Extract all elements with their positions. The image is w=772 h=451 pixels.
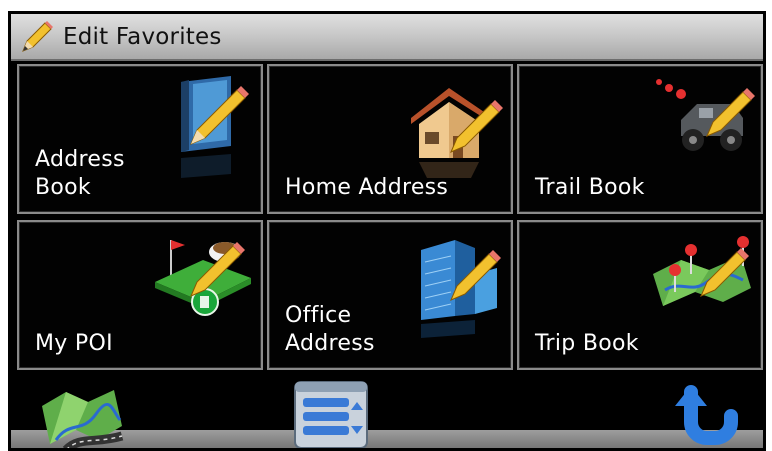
map-button[interactable] <box>36 380 126 448</box>
tile-label: Trip Book <box>535 331 639 356</box>
tile-label: My POI <box>35 331 113 356</box>
tile-my-poi[interactable]: My POI <box>17 220 263 370</box>
tile-office-address[interactable]: Office Address <box>267 220 513 370</box>
back-arrow-icon <box>675 385 738 445</box>
tile-label: Trail Book <box>535 175 645 200</box>
address-book-icon <box>181 76 249 178</box>
trip-map-icon <box>653 236 751 306</box>
bottom-toolbar <box>11 374 763 448</box>
tile-label: Office Address <box>285 303 375 356</box>
page-title: Edit Favorites <box>63 23 222 50</box>
home-icon <box>411 88 503 178</box>
tile-label: Address Book <box>35 147 125 200</box>
office-building-icon <box>421 240 501 338</box>
list-menu-button[interactable] <box>291 376 371 448</box>
jeep-trail-icon <box>656 79 755 151</box>
pencil-icon <box>17 17 57 57</box>
tile-trip-book[interactable]: Trip Book <box>517 220 763 370</box>
back-button[interactable] <box>671 382 741 448</box>
map-icon <box>42 390 124 448</box>
device-screen: Edit Favorites Address Book Home Address <box>8 11 766 451</box>
tile-home-address[interactable]: Home Address <box>267 64 513 214</box>
tile-trail-book[interactable]: Trail Book <box>517 64 763 214</box>
favorites-grid: Address Book Home Address Trail Book My … <box>17 64 763 370</box>
list-menu-icon <box>294 381 368 448</box>
title-bar: Edit Favorites <box>11 14 763 61</box>
tile-address-book[interactable]: Address Book <box>17 64 263 214</box>
poi-icon <box>155 240 251 316</box>
